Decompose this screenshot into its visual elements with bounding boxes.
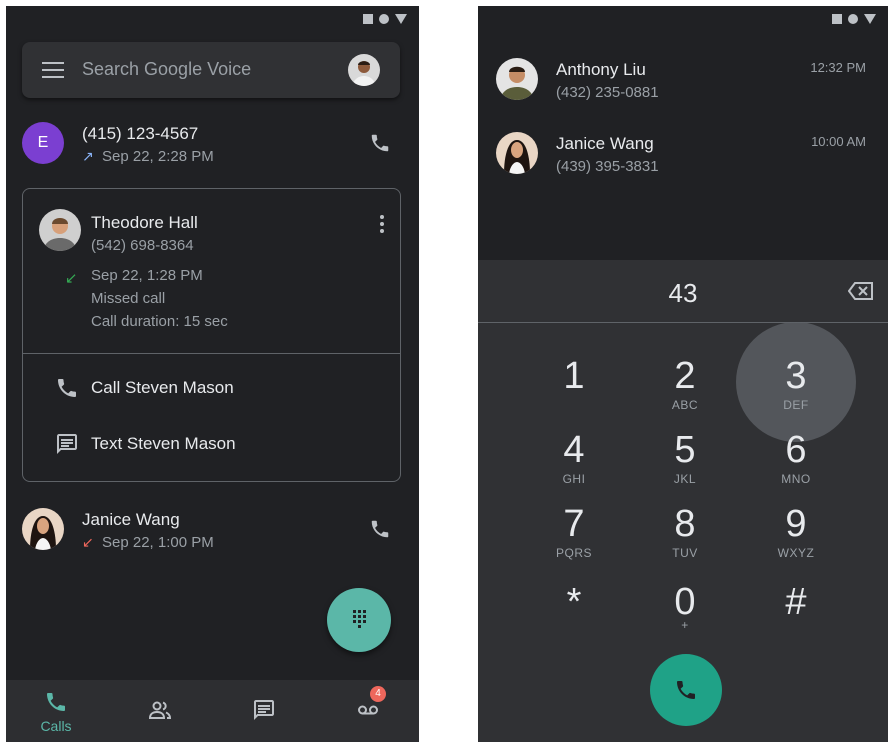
key-7[interactable]: 7 PQRS: [534, 504, 614, 574]
search-bar[interactable]: Search Google Voice: [22, 42, 400, 98]
phone-icon: [58, 379, 76, 397]
missed-call-icon: ↙: [82, 534, 94, 550]
wifi-icon: [379, 14, 389, 24]
call-time: 10:00 AM: [811, 134, 866, 149]
search-input[interactable]: Search Google Voice: [82, 59, 251, 80]
contact-letter-avatar: E: [22, 122, 64, 164]
key-5[interactable]: 5 JKL: [645, 430, 725, 500]
signal-icon: [363, 14, 373, 24]
backspace-icon[interactable]: [848, 282, 874, 300]
signal-icon: [832, 14, 842, 24]
battery-icon: [864, 14, 876, 24]
contact-number: (432) 235-0881: [556, 84, 659, 101]
call-duration: Call duration: 15 sec: [91, 313, 228, 330]
nav-contacts-tab[interactable]: [130, 680, 190, 742]
key-8[interactable]: 8 TUV: [645, 504, 725, 574]
key-4[interactable]: 4 GHI: [534, 430, 614, 500]
call-time: Sep 22, 1:00 PM: [102, 534, 214, 551]
contact-number: (542) 698-8364: [91, 237, 194, 254]
caller-name: (415) 123-4567: [82, 124, 199, 143]
call-action-label: Call Steven Mason: [91, 378, 234, 397]
call-time: Sep 22, 1:28 PM: [91, 267, 203, 284]
divider: [23, 353, 400, 354]
key-2[interactable]: 2 ABC: [645, 356, 725, 426]
key-6[interactable]: 6 MNO: [756, 430, 836, 500]
account-avatar[interactable]: [348, 54, 380, 86]
battery-icon: [395, 14, 407, 24]
dial-entry: 43: [478, 260, 888, 323]
outgoing-call-icon: ↗: [82, 148, 94, 164]
call-detail: ↗ Sep 22, 2:28 PM: [82, 148, 214, 165]
bottom-navigation: Calls 4: [6, 680, 419, 742]
key-3[interactable]: 3 DEF: [756, 356, 836, 426]
contact-avatar: [22, 508, 64, 550]
voicemail-count-badge: 4: [370, 686, 386, 702]
nav-calls-tab[interactable]: Calls: [26, 680, 86, 742]
text-action-label: Text Steven Mason: [91, 434, 236, 453]
status-bar: [363, 14, 407, 24]
dialer-screen: Anthony Liu (432) 235-0881 12:32 PM Jani…: [478, 6, 888, 742]
call-history-screen: Search Google Voice E (415) 123-4567 ↗ Se…: [6, 6, 419, 742]
message-icon: [57, 434, 77, 454]
recent-contact-item[interactable]: Anthony Liu (432) 235-0881 12:32 PM: [478, 58, 888, 114]
caller-name: Janice Wang: [82, 510, 180, 529]
recent-contact-item[interactable]: Janice Wang (439) 395-3831 10:00 AM: [478, 132, 888, 188]
call-time: 12:32 PM: [810, 60, 866, 75]
dialpad-fab-button[interactable]: [327, 588, 391, 652]
contact-avatar: [496, 132, 538, 174]
nav-calls-label: Calls: [40, 718, 72, 734]
call-detail: ↙ Sep 22, 1:00 PM: [82, 534, 214, 551]
contacts-icon: [148, 701, 172, 719]
phone-icon[interactable]: [369, 132, 391, 154]
call-list-item[interactable]: E (415) 123-4567 ↗ Sep 22, 2:28 PM: [6, 122, 419, 182]
call-time: Sep 22, 2:28 PM: [102, 148, 214, 165]
hamburger-menu-icon[interactable]: [42, 62, 64, 78]
contact-avatar: [496, 58, 538, 100]
more-options-icon[interactable]: [380, 215, 384, 236]
call-contact-button[interactable]: Call Steven Mason: [55, 373, 234, 403]
contact-name: Janice Wang: [556, 134, 654, 153]
missed-incoming-icon: ↙: [65, 270, 78, 287]
call-button[interactable]: [650, 654, 722, 726]
phone-icon: [47, 693, 65, 711]
key-hash[interactable]: #: [756, 582, 836, 652]
nav-voicemail-tab[interactable]: 4: [338, 680, 398, 742]
phone-icon: [677, 681, 695, 699]
expanded-call-card: Theodore Hall (542) 698-8364 ↙ Sep 22, 1…: [22, 188, 401, 482]
key-star[interactable]: *: [534, 582, 614, 652]
text-contact-button[interactable]: Text Steven Mason: [55, 429, 236, 459]
dialed-number[interactable]: 43: [478, 278, 888, 309]
contact-number: (439) 395-3831: [556, 158, 659, 175]
contact-avatar: [39, 209, 81, 251]
key-1[interactable]: 1: [534, 356, 614, 426]
call-list-item[interactable]: Janice Wang ↙ Sep 22, 1:00 PM: [6, 508, 419, 568]
contact-name: Theodore Hall: [91, 213, 198, 232]
contact-name: Anthony Liu: [556, 60, 646, 79]
dialpad-icon: [353, 610, 366, 628]
wifi-icon: [848, 14, 858, 24]
key-0[interactable]: 0 +: [645, 582, 725, 652]
phone-icon[interactable]: [369, 518, 391, 540]
nav-messages-tab[interactable]: [234, 680, 294, 742]
key-9[interactable]: 9 WXYZ: [756, 504, 836, 574]
status-bar: [832, 14, 876, 24]
dialpad-panel: 43 1 2 ABC 3 DEF 4 GHI 5 JKL 6 MNO 7 PQRS 8 TUV…: [478, 260, 888, 742]
call-status: Missed call: [91, 290, 166, 307]
message-icon: [254, 700, 274, 720]
